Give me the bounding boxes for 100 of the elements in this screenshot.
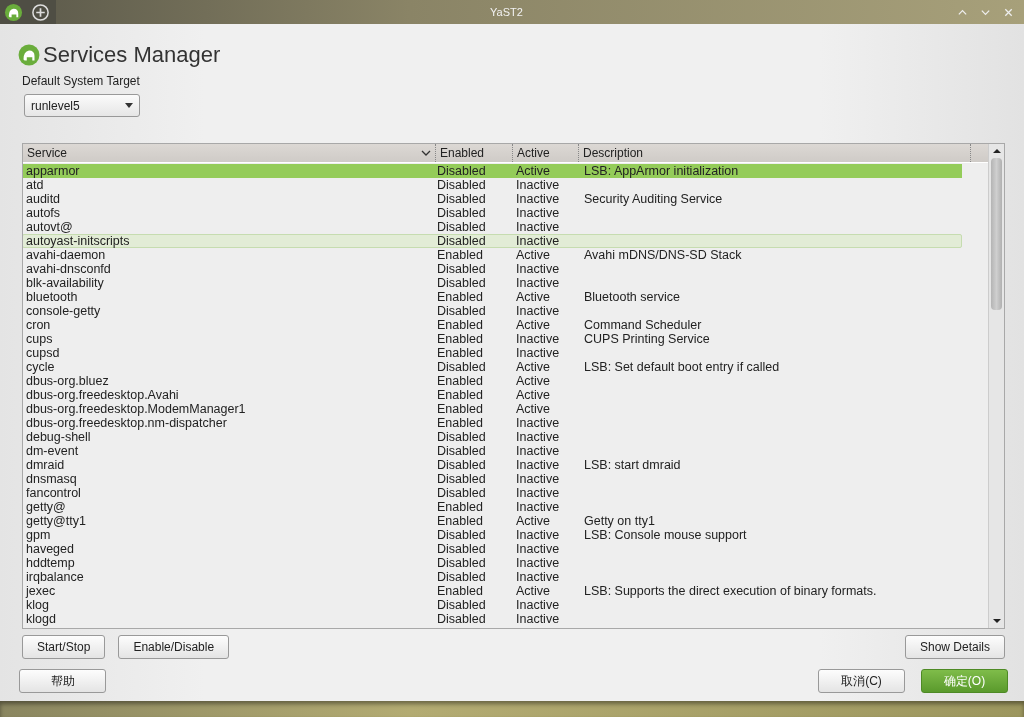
- target-dropdown[interactable]: runlevel5: [24, 94, 140, 117]
- active-status: Inactive: [515, 529, 561, 541]
- active-status: Inactive: [515, 277, 561, 289]
- service-description: LSB: Console mouse support: [584, 528, 747, 542]
- active-status: Inactive: [515, 305, 561, 317]
- service-row[interactable]: avahi-dnsconfd Disabled Inactive: [23, 262, 962, 276]
- service-row[interactable]: klog Disabled Inactive: [23, 598, 962, 612]
- service-row[interactable]: debug-shell Disabled Inactive: [23, 430, 962, 444]
- column-header[interactable]: Active: [512, 144, 578, 162]
- service-description: Avahi mDNS/DNS-SD Stack: [584, 248, 742, 262]
- service-row[interactable]: autoyast-initscripts Disabled Inactive: [23, 234, 962, 248]
- service-name: cups: [25, 333, 54, 345]
- column-header[interactable]: Enabled: [435, 144, 512, 162]
- enabled-status: Disabled: [436, 473, 487, 485]
- service-name: apparmor: [25, 165, 81, 177]
- active-status: Inactive: [515, 179, 561, 191]
- active-status: Inactive: [515, 221, 561, 233]
- service-row[interactable]: hddtemp Disabled Inactive: [23, 556, 962, 570]
- service-description: LSB: Supports the direct execution of binary formats.: [584, 584, 877, 598]
- active-status: Inactive: [515, 235, 561, 247]
- service-description: LSB: Set default boot entry if called: [584, 360, 780, 374]
- service-row[interactable]: bluetooth Enabled Active Bluetooth service: [23, 290, 962, 304]
- service-row[interactable]: haveged Disabled Inactive: [23, 542, 962, 556]
- service-row[interactable]: apparmor Disabled Active LSB: AppArmor initialization: [23, 164, 962, 178]
- service-row[interactable]: cups Enabled Inactive CUPS Printing Service: [23, 332, 962, 346]
- service-name: dmraid: [25, 459, 66, 471]
- service-name: dbus-org.freedesktop.nm-dispatcher: [25, 417, 228, 429]
- service-name: avahi-daemon: [25, 249, 107, 261]
- enabled-status: Disabled: [436, 571, 487, 583]
- service-row[interactable]: dmraid Disabled Inactive LSB: start dmraid: [23, 458, 962, 472]
- service-name: fancontrol: [25, 487, 82, 499]
- service-row[interactable]: autofs Disabled Inactive: [23, 206, 962, 220]
- scroll-down-icon[interactable]: [991, 617, 1002, 625]
- active-status: Active: [515, 375, 552, 387]
- service-row[interactable]: blk-availability Disabled Inactive: [23, 276, 962, 290]
- column-header[interactable]: Description: [578, 144, 970, 162]
- scroll-up-icon[interactable]: [991, 147, 1002, 155]
- service-description: Command Scheduler: [584, 318, 702, 332]
- service-row[interactable]: autovt@ Disabled Inactive: [23, 220, 962, 234]
- service-name: dbus-org.freedesktop.Avahi: [25, 389, 180, 401]
- service-description: Security Auditing Service: [584, 192, 723, 206]
- service-row[interactable]: dbus-org.freedesktop.nm-dispatcher Enabled Inactive: [23, 416, 962, 430]
- active-status: Inactive: [515, 333, 561, 345]
- service-name: bluetooth: [25, 291, 79, 303]
- service-row[interactable]: atd Disabled Inactive: [23, 178, 962, 192]
- service-name: cycle: [25, 361, 56, 373]
- cancel-button[interactable]: 取消(C): [818, 669, 905, 693]
- active-status: Inactive: [515, 193, 561, 205]
- service-row[interactable]: dbus-org.freedesktop.ModemManager1 Enabled Active: [23, 402, 962, 416]
- service-row[interactable]: gpm Disabled Inactive LSB: Console mouse support: [23, 528, 962, 542]
- service-name: haveged: [25, 543, 75, 555]
- window-title: YaST2: [489, 6, 524, 18]
- enabled-status: Disabled: [436, 235, 487, 247]
- service-row[interactable]: avahi-daemon Enabled Active Avahi mDNS/DNS-SD Stack: [23, 248, 962, 262]
- service-row[interactable]: dbus-org.bluez Enabled Active: [23, 374, 962, 388]
- active-status: Inactive: [515, 487, 561, 499]
- service-row[interactable]: getty@tty1 Enabled Active Getty on tty1: [23, 514, 962, 528]
- active-status: Inactive: [515, 473, 561, 485]
- service-name: klog: [25, 599, 50, 611]
- service-row[interactable]: getty@ Enabled Inactive: [23, 500, 962, 514]
- service-row[interactable]: cupsd Enabled Inactive: [23, 346, 962, 360]
- dropdown-arrow-icon: [125, 103, 133, 108]
- enabled-status: Disabled: [436, 431, 487, 443]
- column-header[interactable]: Service: [23, 144, 435, 162]
- add-icon[interactable]: [31, 2, 50, 22]
- service-row[interactable]: dnsmasq Disabled Inactive: [23, 472, 962, 486]
- service-name: autoyast-initscripts: [25, 235, 131, 247]
- enabled-status: Disabled: [436, 529, 487, 541]
- active-status: Inactive: [515, 459, 561, 471]
- enabled-status: Enabled: [436, 389, 484, 401]
- app-logo-icon: [18, 44, 40, 66]
- action-button[interactable]: Enable/Disable: [118, 635, 230, 659]
- service-row[interactable]: cron Enabled Active Command Scheduler: [23, 318, 962, 332]
- service-row[interactable]: console-getty Disabled Inactive: [23, 304, 962, 318]
- action-button[interactable]: Start/Stop: [22, 635, 106, 659]
- enabled-status: Disabled: [436, 207, 487, 219]
- app-logo-icon[interactable]: [4, 2, 23, 22]
- active-status: Active: [515, 165, 552, 177]
- service-row[interactable]: dm-event Disabled Inactive: [23, 444, 962, 458]
- active-status: Active: [515, 389, 552, 401]
- enabled-status: Enabled: [436, 347, 484, 359]
- enabled-status: Disabled: [436, 179, 487, 191]
- enabled-status: Enabled: [436, 417, 484, 429]
- help-button[interactable]: 帮助: [19, 669, 106, 693]
- service-row[interactable]: cycle Disabled Active LSB: Set default boot entry if called: [23, 360, 962, 374]
- service-name: debug-shell: [25, 431, 92, 443]
- service-row[interactable]: fancontrol Disabled Inactive: [23, 486, 962, 500]
- scrollbar-thumb[interactable]: [991, 158, 1002, 310]
- active-status: Inactive: [515, 501, 561, 513]
- service-row[interactable]: klogd Disabled Inactive: [23, 612, 962, 626]
- service-name: dnsmasq: [25, 473, 78, 485]
- enabled-status: Disabled: [436, 361, 487, 373]
- show-details-button[interactable]: Show Details: [904, 635, 1005, 659]
- service-row[interactable]: dbus-org.freedesktop.Avahi Enabled Active: [23, 388, 962, 402]
- service-row[interactable]: auditd Disabled Inactive Security Auditing Service: [23, 192, 962, 206]
- service-name: autofs: [25, 207, 62, 219]
- enabled-status: Enabled: [436, 585, 484, 597]
- service-row[interactable]: jexec Enabled Active LSB: Supports the direct execution of binary formats.: [23, 584, 962, 598]
- service-row[interactable]: irqbalance Disabled Inactive: [23, 570, 962, 584]
- enabled-status: Enabled: [436, 501, 484, 513]
